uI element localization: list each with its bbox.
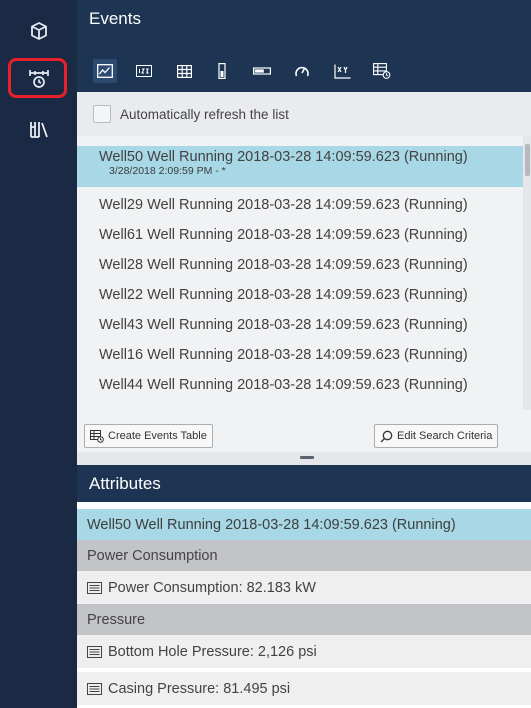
radial-gauge-icon[interactable]	[290, 59, 314, 83]
event-title: Well44 Well Running 2018-03-28 14:09:59.…	[99, 377, 468, 393]
auto-refresh-checkbox[interactable]	[93, 105, 111, 123]
xy-plot-icon[interactable]	[330, 59, 354, 83]
attribute-list-icon	[87, 645, 102, 658]
attribute-group-name: Pressure	[87, 611, 146, 628]
rail-button-assets[interactable]	[0, 8, 77, 54]
auto-refresh-row: Automatically refresh the list	[77, 92, 531, 136]
attribute-value: Bottom Hole Pressure: 2,126 psi	[108, 643, 317, 660]
event-list-item[interactable]: Well61 Well Running 2018-03-28 14:09:59.…	[77, 227, 523, 243]
rail-button-events[interactable]	[0, 55, 77, 101]
event-title: Well22 Well Running 2018-03-28 14:09:59.…	[99, 287, 468, 303]
panel-splitter[interactable]	[77, 452, 531, 465]
scrollbar-thumb[interactable]	[525, 144, 530, 176]
attribute-item[interactable]: Power Consumption: 82.183 kW	[77, 571, 531, 604]
attribute-value: Power Consumption: 82.183 kW	[108, 579, 316, 596]
event-list-item[interactable]: Well29 Well Running 2018-03-28 14:09:59.…	[77, 197, 523, 213]
event-list-item[interactable]: Well43 Well Running 2018-03-28 14:09:59.…	[77, 317, 523, 333]
event-title: Well28 Well Running 2018-03-28 14:09:59.…	[99, 257, 468, 273]
edit-search-criteria-button[interactable]: Edit Search Criteria	[374, 424, 499, 448]
edit-search-criteria-label: Edit Search Criteria	[397, 430, 493, 442]
table-icon[interactable]	[172, 59, 196, 83]
attribute-group-header[interactable]: Pressure	[77, 604, 531, 635]
event-list: Well50 Well Running 2018-03-28 14:09:59.…	[77, 136, 531, 410]
event-title: Well50 Well Running 2018-03-28 14:09:59.…	[99, 149, 468, 165]
attribute-group-header[interactable]: Power Consumption	[77, 540, 531, 571]
create-table-icon	[90, 429, 104, 443]
splitter-grip-icon[interactable]	[300, 456, 314, 459]
event-title: Well61 Well Running 2018-03-28 14:09:59.…	[99, 227, 468, 243]
event-list-item[interactable]: Well16 Well Running 2018-03-28 14:09:59.…	[77, 347, 523, 363]
attribute-list-icon	[87, 682, 102, 695]
asset-comparison-table-icon[interactable]	[370, 59, 394, 83]
attribute-item[interactable]: Casing Pressure: 81.495 psi	[77, 672, 531, 705]
event-title: Well43 Well Running 2018-03-28 14:09:59.…	[99, 317, 468, 333]
event-list-item[interactable]: Well28 Well Running 2018-03-28 14:09:59.…	[77, 257, 523, 273]
trend-icon[interactable]	[93, 59, 117, 83]
horizontal-gauge-icon[interactable]	[250, 59, 274, 83]
attribute-list-icon	[87, 581, 102, 594]
event-list-item[interactable]: Well44 Well Running 2018-03-28 14:09:59.…	[77, 377, 523, 393]
events-panel-title: Events	[77, 0, 531, 38]
search-icon	[380, 430, 393, 442]
highlight-outline	[8, 58, 67, 98]
cube-icon	[29, 21, 49, 41]
attributes-panel-title: Attributes	[77, 465, 531, 502]
create-events-table-button[interactable]: Create Events Table	[84, 424, 213, 448]
create-events-table-label: Create Events Table	[108, 430, 207, 442]
rail-button-library[interactable]	[0, 106, 77, 152]
attribute-group-name: Power Consumption	[87, 547, 218, 564]
event-list-actions: Create Events Table Edit Search Criteria	[77, 410, 531, 452]
main-panel: Events Automatically refresh the list We…	[77, 0, 531, 708]
attributes-selected-event: Well50 Well Running 2018-03-28 14:09:59.…	[77, 509, 531, 540]
library-icon	[28, 119, 50, 139]
nav-rail	[0, 0, 77, 708]
event-time-range: 3/28/2018 2:09:59 PM - *	[109, 165, 226, 177]
vertical-gauge-icon[interactable]	[210, 59, 234, 83]
event-list-scrollbar[interactable]	[523, 136, 531, 410]
event-title: Well29 Well Running 2018-03-28 14:09:59.…	[99, 197, 468, 213]
attribute-item[interactable]: Bottom Hole Pressure: 2,126 psi	[77, 635, 531, 668]
numeric-value-icon[interactable]	[132, 59, 156, 83]
event-list-item-well50[interactable]: Well50 Well Running 2018-03-28 14:09:59.…	[77, 146, 523, 187]
event-list-item[interactable]: Well22 Well Running 2018-03-28 14:09:59.…	[77, 287, 523, 303]
event-title: Well16 Well Running 2018-03-28 14:09:59.…	[99, 347, 468, 363]
attribute-value: Casing Pressure: 81.495 psi	[108, 680, 291, 697]
auto-refresh-label: Automatically refresh the list	[120, 106, 289, 122]
symbol-toolbar	[77, 38, 531, 92]
